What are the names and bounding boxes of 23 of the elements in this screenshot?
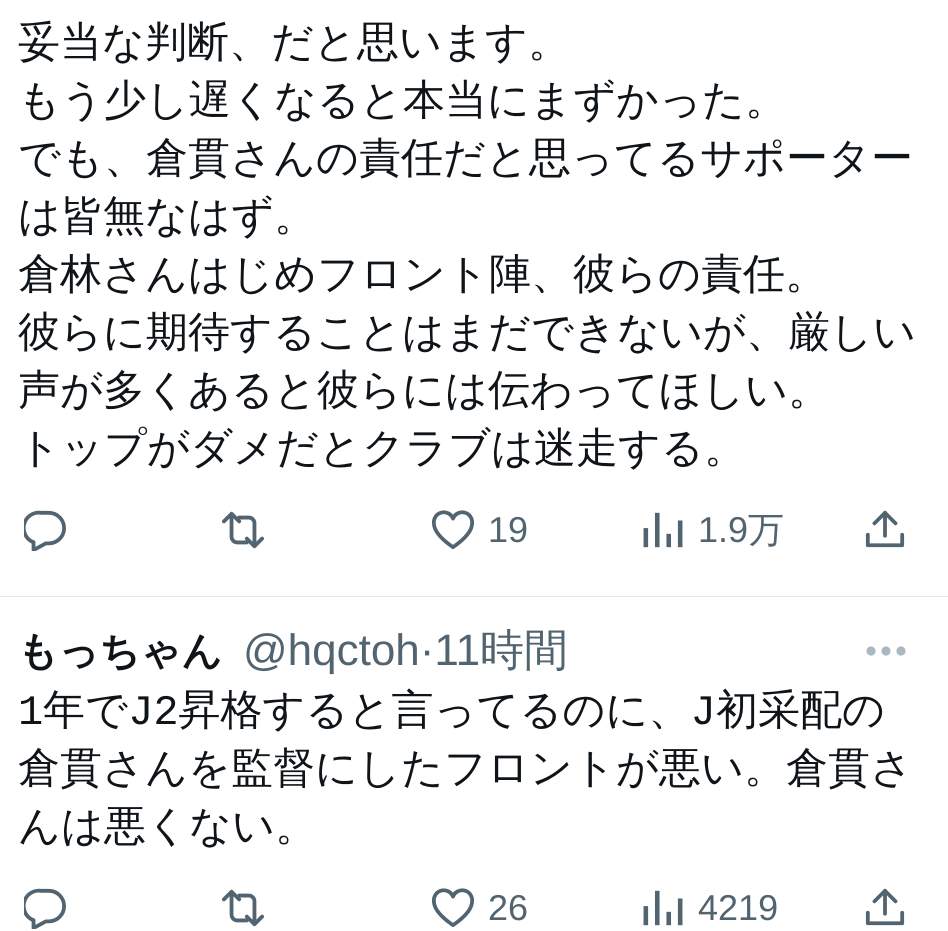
tweet-text-line: もう少し遅くなると本当にまずかった。 [18, 78, 788, 129]
repost-arrows-icon [222, 887, 264, 929]
tweet-text-line: 倉林さんはじめフロント陣、彼らの責任。 [18, 252, 828, 303]
repost-button[interactable] [222, 887, 264, 929]
reply-button[interactable] [24, 509, 66, 551]
tweet-text-line: トップがダメだとクラブは迷走する。 [18, 426, 747, 477]
tweet-text-line: 彼らに期待することはまだできないが、厳しい声が多くあると彼らには伝わってほしい。 [18, 310, 916, 419]
views-button[interactable]: 4219 [642, 887, 778, 929]
speech-bubble-icon [24, 509, 66, 551]
handle-and-time: @hqctoh·11時間 [243, 626, 568, 676]
views-button[interactable]: 1.9万 [642, 509, 784, 551]
heart-icon [432, 887, 474, 929]
reply-button[interactable] [24, 887, 66, 929]
speech-bubble-icon [24, 887, 66, 929]
repost-arrows-icon [222, 509, 264, 551]
tweet-text-line: でも、倉貫さんの責任だと思ってるサポーターは皆無なはず。 [18, 136, 914, 245]
like-button[interactable]: 19 [432, 509, 528, 551]
tweet-text-line: 1年でJ2昇格すると言ってるのに、J初采配の倉貫さんを監督にしたフロントが悪い。倉貫さんは悪くない。 [18, 688, 914, 855]
like-button[interactable]: 26 [432, 887, 528, 929]
heart-icon [432, 509, 474, 551]
author-name[interactable]: もっちゃん [18, 626, 223, 676]
tweet-text-line: 妥当な判断、だと思います。 [18, 20, 571, 71]
repost-button[interactable] [222, 509, 264, 551]
